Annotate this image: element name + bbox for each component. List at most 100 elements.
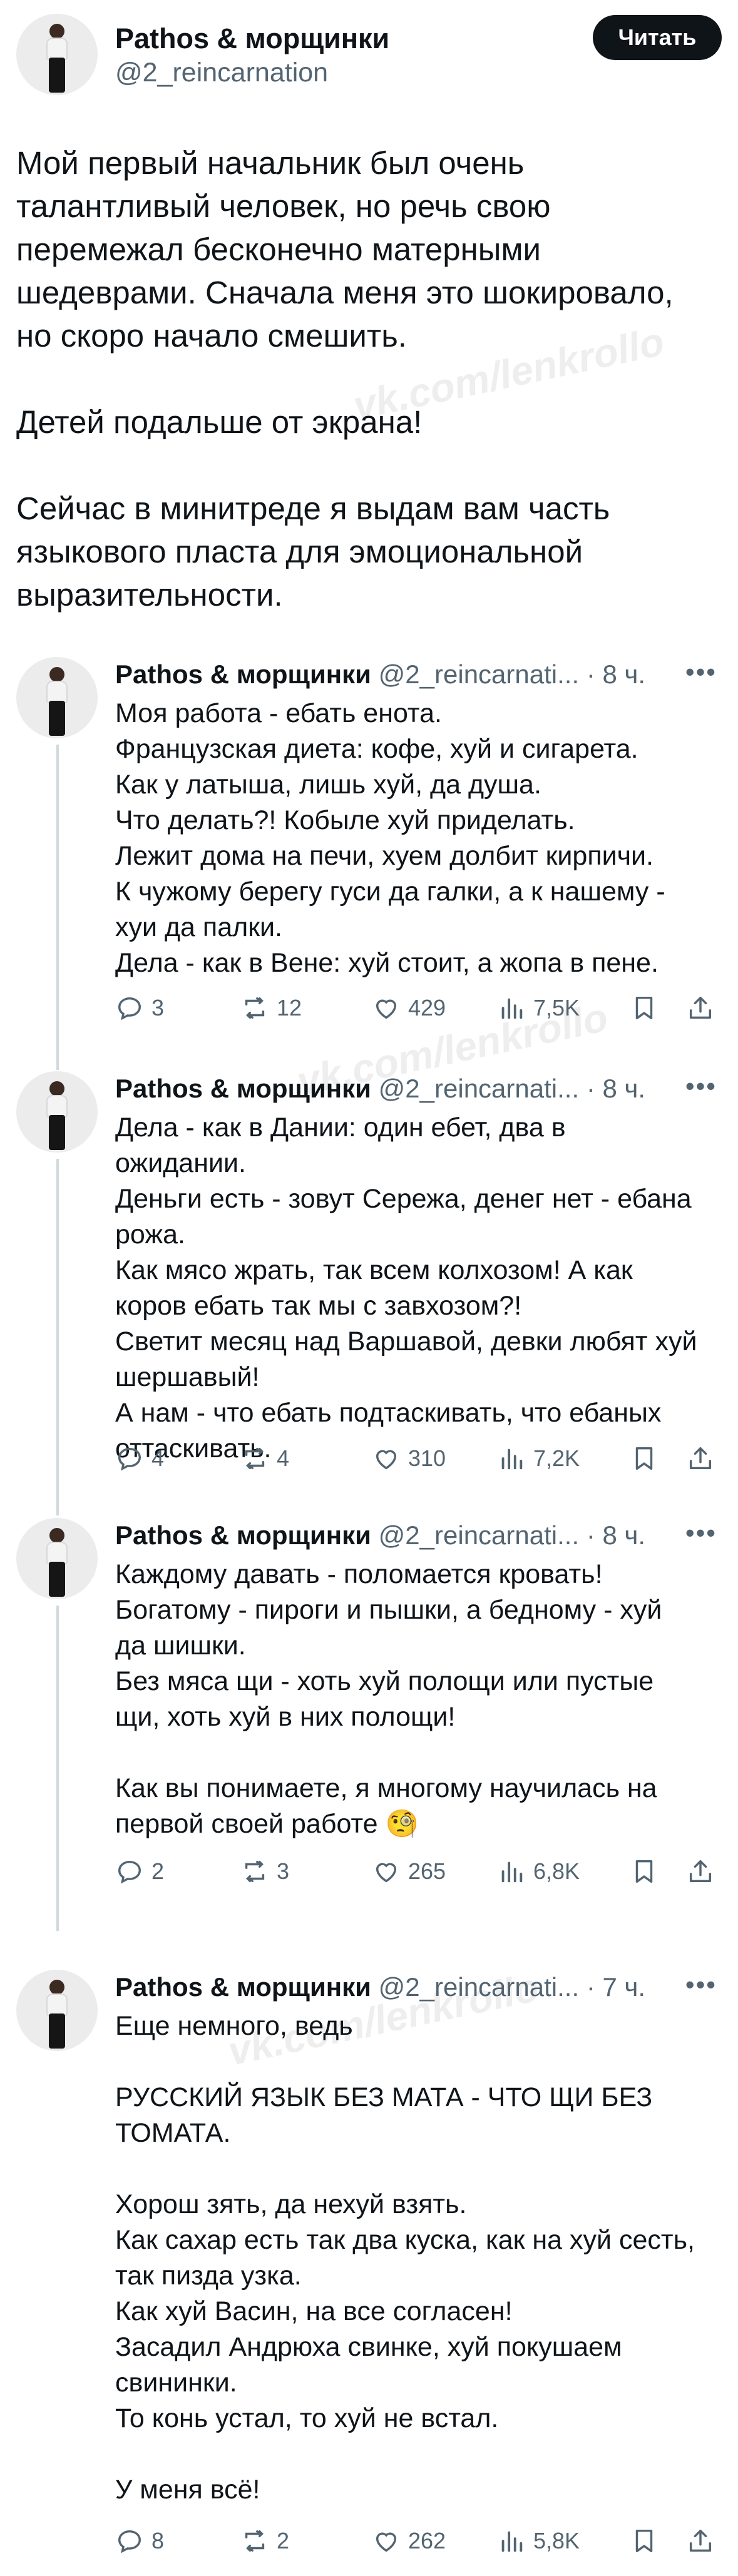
avatar[interactable] bbox=[16, 657, 98, 738]
text-line: Моя работа - ебать енота. bbox=[115, 698, 443, 728]
reply-button[interactable]: 2 bbox=[115, 1857, 164, 1886]
text-line: Хорош зять, да нехуй взять. bbox=[115, 2189, 467, 2219]
author-name[interactable]: Pathos & морщинки bbox=[115, 23, 389, 55]
author-name[interactable]: Pathos & морщинки bbox=[115, 1972, 371, 2002]
like-button[interactable]: 310 bbox=[372, 1444, 446, 1473]
like-count: 310 bbox=[408, 1445, 446, 1471]
dot-separator: · bbox=[586, 1074, 595, 1103]
avatar[interactable] bbox=[16, 1071, 98, 1153]
author-handle[interactable]: @2_reincarnati... bbox=[379, 1520, 579, 1550]
main-tweet-text: Мой первый начальник был очень талантлив… bbox=[16, 141, 717, 659]
thread-line bbox=[56, 745, 59, 1070]
repost-count: 12 bbox=[277, 995, 302, 1021]
action-bar: 2 3 265 6,8K bbox=[115, 1857, 716, 1895]
views-icon bbox=[501, 1448, 523, 1470]
views-count: 5,8K bbox=[533, 2528, 580, 2553]
views-button[interactable]: 7,2K bbox=[497, 1444, 580, 1473]
views-button[interactable]: 6,8K bbox=[497, 1857, 580, 1886]
reply-tweet[interactable]: Pathos & морщинки @2_reincarnati... · 8 … bbox=[0, 1518, 738, 1931]
repost-button[interactable]: 2 bbox=[240, 2527, 289, 2555]
views-icon bbox=[501, 2531, 523, 2552]
main-tweet-header: Pathos & морщинки @2_reincarnation Читат… bbox=[16, 14, 722, 95]
share-button[interactable] bbox=[686, 2527, 722, 2555]
repost-icon bbox=[245, 1447, 265, 1470]
like-button[interactable]: 262 bbox=[372, 2527, 446, 2555]
text-line: Богатому - пироги и пышки, а бедному - х… bbox=[115, 1595, 662, 1661]
author-handle[interactable]: @2_reincarnati... bbox=[379, 1972, 579, 2002]
action-bar: 3 12 429 7,5K bbox=[115, 994, 716, 1031]
text-line: Еще немного, ведь bbox=[115, 2011, 353, 2041]
like-button[interactable]: 429 bbox=[372, 994, 446, 1022]
reply-text: Дела - как в Дании: один ебет, два в ожи… bbox=[115, 1110, 697, 1467]
text-line: У меня всё! bbox=[115, 2475, 260, 2505]
text-line: Как мясо жрать, так всем колхозом! А как… bbox=[115, 1255, 633, 1321]
text-line: Дела - как в Дании: один ебет, два в ожи… bbox=[115, 1112, 566, 1178]
timestamp[interactable]: 8 ч. bbox=[602, 1074, 645, 1103]
reply-tweet[interactable]: Pathos & морщинки @2_reincarnati... · 7 … bbox=[0, 1970, 738, 2570]
reply-count: 4 bbox=[151, 1445, 165, 1471]
reply-count: 3 bbox=[151, 995, 165, 1021]
reply-text: Моя работа - ебать енота. Французская ди… bbox=[115, 696, 697, 981]
reply-button[interactable]: 3 bbox=[115, 994, 164, 1022]
author-handle[interactable]: @2_reincarnation bbox=[115, 58, 328, 88]
reply-text: Каждому давать - поломается кровать! Бог… bbox=[115, 1557, 697, 1842]
reply-header: Pathos & морщинки @2_reincarnati... · 8 … bbox=[115, 1520, 645, 1550]
more-icon[interactable]: ••• bbox=[685, 1071, 717, 1101]
reply-icon bbox=[118, 1860, 141, 1884]
avatar[interactable] bbox=[16, 14, 98, 95]
bookmark-icon bbox=[635, 1447, 653, 1470]
reply-tweet[interactable]: Pathos & морщинки @2_reincarnati... · 8 … bbox=[0, 1071, 738, 1515]
text-line: Без мяса щи - хоть хуй полощи или пустые… bbox=[115, 1666, 654, 1732]
reply-button[interactable]: 4 bbox=[115, 1444, 164, 1473]
like-button[interactable]: 265 bbox=[372, 1857, 446, 1886]
more-icon[interactable]: ••• bbox=[685, 1970, 717, 2000]
dot-separator: · bbox=[586, 1972, 595, 2002]
views-button[interactable]: 7,5K bbox=[497, 994, 580, 1022]
repost-button[interactable]: 4 bbox=[240, 1444, 289, 1473]
more-icon[interactable]: ••• bbox=[685, 657, 717, 687]
text-line: То конь устал, то хуй не встал. bbox=[115, 2403, 499, 2433]
author-handle[interactable]: @2_reincarnati... bbox=[379, 659, 579, 689]
timestamp[interactable]: 7 ч. bbox=[602, 1972, 645, 2002]
follow-button[interactable]: Читать bbox=[593, 15, 722, 60]
reply-header: Pathos & морщинки @2_reincarnati... · 8 … bbox=[115, 1074, 645, 1104]
reply-tweet[interactable]: Pathos & морщинки @2_reincarnati... · 8 … bbox=[0, 657, 738, 1070]
reply-header: Pathos & морщинки @2_reincarnati... · 8 … bbox=[115, 659, 645, 690]
bookmark-button[interactable] bbox=[630, 994, 666, 1022]
action-bar: 8 2 262 5,8K bbox=[115, 2527, 716, 2564]
more-icon[interactable]: ••• bbox=[685, 1518, 717, 1548]
share-button[interactable] bbox=[686, 994, 722, 1022]
repost-count: 3 bbox=[277, 1858, 290, 1884]
views-button[interactable]: 5,8K bbox=[497, 2527, 580, 2555]
text-line: Французская диета: кофе, хуй и сигарета. bbox=[115, 734, 638, 764]
bookmark-button[interactable] bbox=[630, 1857, 666, 1886]
text-line: Как у латыша, лишь хуй, да душа. bbox=[115, 770, 541, 800]
repost-button[interactable]: 12 bbox=[240, 994, 302, 1022]
text-line: Что делать?! Кобыле хуй приделать. bbox=[115, 805, 575, 835]
bookmark-button[interactable] bbox=[630, 1444, 666, 1473]
reply-count: 8 bbox=[151, 2528, 165, 2553]
repost-button[interactable]: 3 bbox=[240, 1857, 289, 1886]
reply-button[interactable]: 8 bbox=[115, 2527, 164, 2555]
reply-icon bbox=[118, 1447, 141, 1471]
text-line: РУССКИЙ ЯЗЫК БЕЗ МАТА - ЧТО ЩИ БЕЗ ТОМАТ… bbox=[115, 2082, 653, 2148]
thread-line bbox=[56, 1606, 59, 1931]
text-line: Как вы понимаете, я многому научилась на… bbox=[115, 1773, 657, 1839]
heart-icon bbox=[376, 2532, 397, 2552]
dot-separator: · bbox=[586, 1520, 595, 1550]
heart-icon bbox=[376, 1450, 397, 1470]
timestamp[interactable]: 8 ч. bbox=[602, 659, 645, 689]
bookmark-button[interactable] bbox=[630, 2527, 666, 2555]
share-button[interactable] bbox=[686, 1857, 722, 1886]
avatar[interactable] bbox=[16, 1970, 98, 2051]
author-name[interactable]: Pathos & морщинки bbox=[115, 659, 371, 689]
author-handle[interactable]: @2_reincarnati... bbox=[379, 1074, 579, 1103]
avatar[interactable] bbox=[16, 1518, 98, 1599]
author-name[interactable]: Pathos & морщинки bbox=[115, 1520, 371, 1550]
action-bar: 4 4 310 7,2K bbox=[115, 1444, 716, 1482]
author-name[interactable]: Pathos & морщинки bbox=[115, 1074, 371, 1103]
timestamp[interactable]: 8 ч. bbox=[602, 1520, 645, 1550]
heart-icon bbox=[376, 1863, 397, 1883]
share-button[interactable] bbox=[686, 1444, 722, 1473]
reply-header: Pathos & морщинки @2_reincarnati... · 7 … bbox=[115, 1972, 645, 2002]
